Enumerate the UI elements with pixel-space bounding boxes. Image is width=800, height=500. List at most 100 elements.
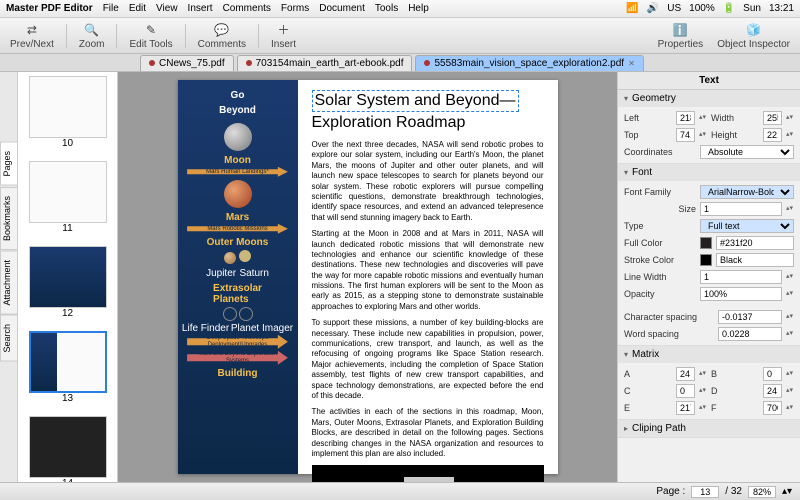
section-header[interactable]: Matrix [618, 346, 800, 363]
menu-file[interactable]: File [103, 3, 119, 14]
section-header[interactable]: Font [618, 164, 800, 181]
color-swatch[interactable] [700, 254, 712, 266]
stepper-icon[interactable]: ▴▾ [699, 405, 707, 411]
page-thumb[interactable] [29, 416, 107, 478]
page-thumb[interactable] [29, 246, 107, 308]
word-spacing-input[interactable] [718, 327, 782, 341]
close-tab-icon[interactable] [149, 60, 155, 66]
page-thumb[interactable] [29, 76, 107, 138]
geom-left-input[interactable] [676, 111, 695, 125]
tab-vision[interactable]: 55583main_vision_space_exploration2.pdf✕ [415, 55, 643, 71]
app-name: Master PDF Editor [6, 3, 93, 14]
battery-icon: 🔋 [723, 3, 735, 14]
stepper-icon[interactable]: ▴▾ [786, 291, 794, 297]
stepper-icon[interactable]: ▴▾ [786, 274, 794, 280]
stepper-icon[interactable]: ▴▾ [699, 371, 707, 377]
font-family-select[interactable]: ArialNarrow-Bold [700, 185, 794, 199]
properties-button[interactable]: ℹ️Properties [654, 20, 708, 52]
menu-comments[interactable]: Comments [223, 3, 271, 14]
geom-height-input[interactable] [763, 128, 782, 142]
stepper-icon[interactable]: ▴▾ [699, 115, 707, 121]
geom-top-input[interactable] [676, 128, 695, 142]
menu-view[interactable]: View [156, 3, 178, 14]
section-header[interactable]: Geometry [618, 90, 800, 107]
edit-icon: ✎ [143, 22, 159, 38]
tab-earthart[interactable]: 703154main_earth_art-ebook.pdf [237, 55, 413, 71]
wifi-icon: 📶 [626, 3, 638, 14]
section-clipping-path: Cliping Path [618, 420, 800, 438]
font-type-select[interactable]: Full text [700, 219, 794, 233]
insert-button[interactable]: ＋Insert [267, 20, 300, 52]
stepper-icon[interactable]: ▴▾ [786, 206, 794, 212]
inspector-icon: 🧊 [746, 22, 762, 38]
sidetab-pages[interactable]: Pages [0, 142, 17, 186]
matrix-f-input[interactable] [763, 401, 782, 415]
matrix-c-input[interactable] [676, 384, 695, 398]
prev-next-button[interactable]: ⇄Prev/Next [6, 20, 58, 52]
pdf-page: GoBeyond Moon Mars Human Landings* Mars … [178, 80, 558, 474]
zoom-input[interactable] [748, 486, 776, 498]
line-width-input[interactable] [700, 270, 782, 284]
geom-width-input[interactable] [763, 111, 782, 125]
stepper-icon[interactable]: ▴▾ [699, 132, 707, 138]
page-subtitle: Exploration Roadmap [312, 114, 544, 132]
matrix-a-input[interactable] [676, 367, 695, 381]
stepper-icon[interactable]: ▴▾ [786, 132, 794, 138]
arrow-icon: Mars Robotic Missions [187, 224, 288, 234]
stepper-icon[interactable]: ▴▾ [786, 388, 794, 394]
stepper-icon[interactable]: ▴▾ [786, 405, 794, 411]
section-geometry: Geometry Left▴▾Width▴▾ Top▴▾Height▴▾ Coo… [618, 90, 800, 164]
clock-time: 13:21 [769, 3, 794, 14]
stroke-color-input[interactable] [716, 253, 794, 267]
planet-imager-icon [239, 307, 253, 321]
life-finder-icon [223, 307, 237, 321]
matrix-b-input[interactable] [763, 367, 782, 381]
page-canvas[interactable]: GoBeyond Moon Mars Human Landings* Mars … [118, 72, 617, 482]
coordinates-select[interactable]: Absolute [700, 145, 794, 159]
stepper-icon[interactable]: ▴▾ [786, 331, 794, 337]
matrix-d-input[interactable] [763, 384, 782, 398]
edit-tools-button[interactable]: ✎Edit Tools [125, 20, 176, 52]
close-icon[interactable]: ✕ [628, 59, 635, 68]
page-number-input[interactable] [691, 486, 719, 498]
menu-forms[interactable]: Forms [281, 3, 309, 14]
sidetab-attachment[interactable]: Attachment [0, 251, 17, 315]
stepper-icon[interactable]: ▴▾ [786, 371, 794, 377]
full-color-input[interactable] [716, 236, 794, 250]
page-thumb-selected[interactable] [29, 331, 107, 393]
stepper-icon[interactable]: ▴▾ [699, 388, 707, 394]
page-thumb[interactable] [29, 161, 107, 223]
arrows-icon: ⇄ [24, 22, 40, 38]
close-tab-icon[interactable] [246, 60, 252, 66]
color-swatch[interactable] [700, 237, 712, 249]
matrix-e-input[interactable] [676, 401, 695, 415]
tab-cnews[interactable]: CNews_75.pdf [140, 55, 234, 71]
stepper-icon[interactable]: ▴▾ [782, 486, 792, 497]
char-spacing-input[interactable] [718, 310, 782, 324]
stepper-icon[interactable]: ▴▾ [786, 314, 794, 320]
clock-day: Sun [743, 3, 761, 14]
sidetab-search[interactable]: Search [0, 315, 17, 362]
comments-button[interactable]: 💬Comments [194, 20, 250, 52]
zoom-icon: 🔍 [84, 22, 100, 38]
font-size-input[interactable] [700, 202, 782, 216]
page-text-column: Solar System and Beyond— Exploration Roa… [298, 80, 558, 474]
menu-edit[interactable]: Edit [129, 3, 146, 14]
menu-insert[interactable]: Insert [188, 3, 213, 14]
zoom-button[interactable]: 🔍Zoom [75, 20, 109, 52]
arrow-icon: Mars and Beyond Exploration Systems [187, 351, 288, 365]
menu-tools[interactable]: Tools [375, 3, 398, 14]
menu-help[interactable]: Help [408, 3, 429, 14]
object-inspector-button[interactable]: 🧊Object Inspector [713, 20, 794, 52]
sidetab-bookmarks[interactable]: Bookmarks [0, 187, 17, 250]
menu-document[interactable]: Document [319, 3, 365, 14]
body-paragraph: Starting at the Moon in 2008 and at Mars… [312, 229, 544, 312]
outer-moons-icon [224, 250, 251, 266]
arrow-icon: Mars Human Landings* [187, 167, 288, 177]
section-header[interactable]: Cliping Path [618, 420, 800, 437]
opacity-input[interactable] [700, 287, 782, 301]
body-paragraph: Over the next three decades, NASA will s… [312, 140, 544, 223]
stepper-icon[interactable]: ▴▾ [786, 115, 794, 121]
close-tab-icon[interactable] [424, 60, 430, 66]
selected-text-title[interactable]: Solar System and Beyond— [312, 90, 519, 112]
